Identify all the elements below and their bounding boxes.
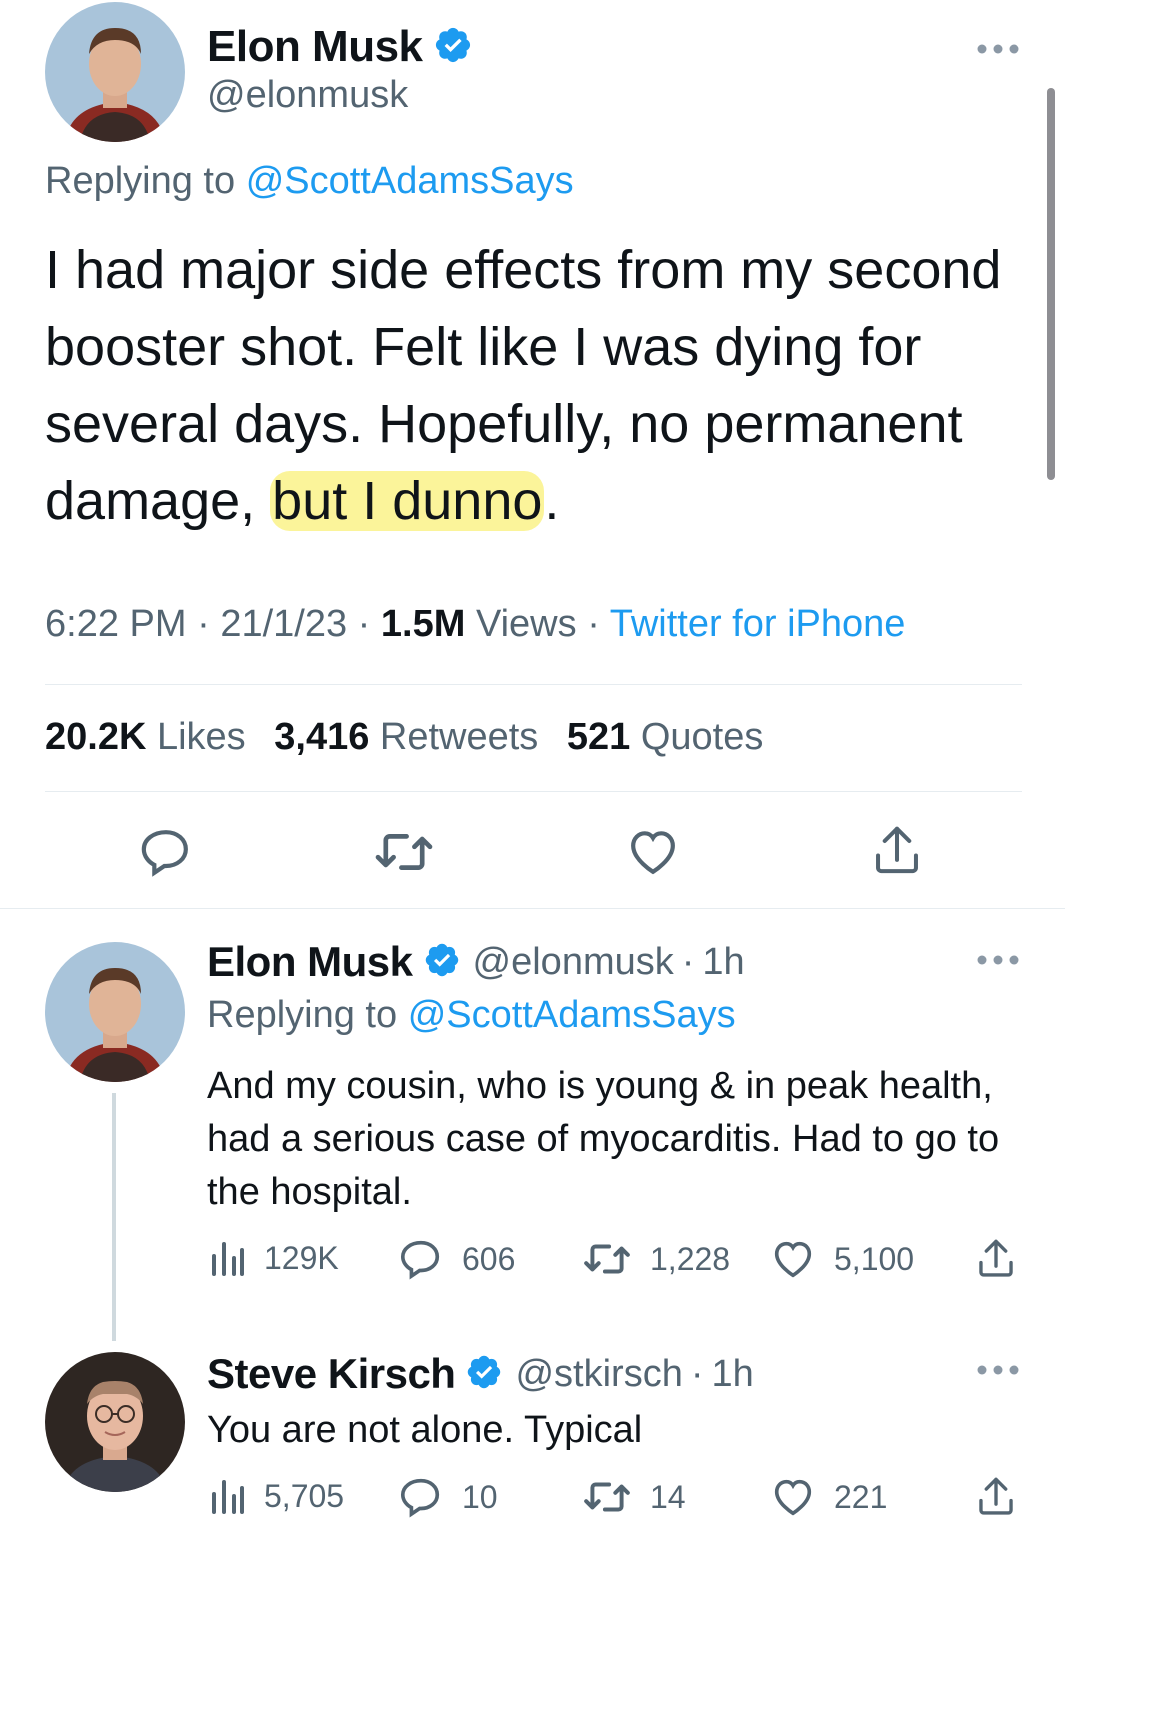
views-icon <box>212 1242 244 1276</box>
engagement-stats: 20.2K Likes 3,416 Retweets 521 Quotes <box>45 716 763 759</box>
likes-stat[interactable]: 20.2K Likes <box>45 716 246 758</box>
likes-label: Likes <box>156 716 246 758</box>
more-horizontal-icon[interactable] <box>976 1362 1020 1383</box>
share-icon <box>979 1477 1013 1515</box>
retweet-button[interactable] <box>372 826 436 883</box>
reply-button[interactable] <box>138 824 194 885</box>
divider <box>45 684 1022 685</box>
reply1-retweets-count: 1,228 <box>650 1240 731 1277</box>
replying-to-link[interactable]: @ScottAdamsSays <box>408 994 736 1036</box>
reply1-replying-to: Replying to @ScottAdamsSays <box>207 994 736 1037</box>
replying-to-link[interactable]: @ScottAdamsSays <box>246 160 574 202</box>
meta-separator: · <box>357 603 371 645</box>
reply-icon <box>400 1478 440 1518</box>
tweet-text: I had major side effects from my second … <box>45 232 1045 540</box>
quotes-stat[interactable]: 521 Quotes <box>567 716 764 758</box>
verified-badge-icon <box>465 1353 503 1396</box>
tweet-text-end: . <box>544 471 560 531</box>
verified-badge-icon <box>423 941 461 984</box>
reply-icon <box>400 1240 440 1280</box>
reply1-handle[interactable]: @elonmusk <box>473 941 674 984</box>
reply1-header: Elon Musk @elonmusk · 1h <box>207 938 745 986</box>
reply2-views[interactable]: 5,705 <box>210 1476 344 1516</box>
divider <box>45 791 1022 792</box>
share-button[interactable] <box>870 822 924 885</box>
reply2-header: Steve Kirsch @stkirsch · 1h <box>207 1350 754 1398</box>
reply2-retweet-button[interactable]: 14 <box>582 1476 686 1518</box>
reply1-text: And my cousin, who is young & in peak he… <box>207 1065 1000 1213</box>
reply2-retweets-count: 14 <box>650 1478 686 1515</box>
heart-icon <box>631 831 675 875</box>
reply2-text: You are not alone. Typical <box>207 1409 643 1451</box>
verified-badge-icon <box>433 25 473 70</box>
more-horizontal-icon[interactable] <box>976 952 1020 973</box>
author-handle[interactable]: @elonmusk <box>207 74 408 117</box>
divider <box>0 908 1065 909</box>
reply2-like-button[interactable]: 221 <box>770 1474 887 1520</box>
tweet-time[interactable]: 6:22 PM <box>45 603 187 645</box>
reply2-likes-count: 221 <box>834 1478 888 1515</box>
retweet-icon <box>375 834 433 870</box>
retweets-label: Retweets <box>379 716 539 758</box>
reply1-views[interactable]: 129K <box>210 1238 339 1278</box>
reply1-replies-count: 606 <box>462 1240 516 1277</box>
retweets-count: 3,416 <box>274 716 370 758</box>
reply1-reply-button[interactable]: 606 <box>398 1236 515 1282</box>
share-icon <box>979 1239 1013 1277</box>
reply2-views-count: 5,705 <box>264 1477 345 1514</box>
tweet-date[interactable]: 21/1/23 <box>220 603 347 645</box>
reply2-handle[interactable]: @stkirsch <box>515 1353 682 1396</box>
reply1-author-name[interactable]: Elon Musk <box>207 938 413 986</box>
tweet-text-highlight: but I dunno <box>270 471 545 531</box>
avatar-steve[interactable] <box>45 1352 185 1492</box>
quotes-count: 521 <box>566 716 631 758</box>
more-horizontal-icon[interactable] <box>976 34 1020 54</box>
avatar-elon-main[interactable] <box>45 2 185 142</box>
reply1-likes-count: 5,100 <box>834 1240 915 1277</box>
tweet-source-link[interactable]: Twitter for iPhone <box>610 603 906 645</box>
reply-icon <box>141 830 188 877</box>
views-count: 1.5M <box>380 603 466 645</box>
retweet-icon <box>584 1482 630 1512</box>
reply1-age[interactable]: 1h <box>702 941 744 984</box>
header-separator: · <box>681 940 695 983</box>
thread-connector <box>112 1093 116 1341</box>
avatar-elon-reply[interactable] <box>45 942 185 1082</box>
reply1-like-button[interactable]: 5,100 <box>770 1236 914 1282</box>
reply2-author-name[interactable]: Steve Kirsch <box>207 1350 456 1398</box>
scrollbar[interactable] <box>1047 88 1055 480</box>
quotes-label: Quotes <box>640 716 764 758</box>
author-name[interactable]: Elon Musk <box>207 22 473 72</box>
share-icon <box>876 826 918 874</box>
like-button[interactable] <box>624 824 682 885</box>
replying-to-line: Replying to @ScottAdamsSays <box>45 160 574 203</box>
heart-icon <box>774 1241 812 1278</box>
reply2-reply-button[interactable]: 10 <box>398 1474 498 1520</box>
views-icon <box>212 1480 244 1514</box>
views-label: Views <box>475 603 577 645</box>
reply1-share-button[interactable] <box>974 1236 1018 1287</box>
replying-prefix: Replying to <box>45 160 236 202</box>
likes-count: 20.2K <box>45 716 147 758</box>
reply1-retweet-button[interactable]: 1,228 <box>582 1238 730 1280</box>
tweet-meta: 6:22 PM · 21/1/23 · 1.5M Views · Twitter… <box>45 603 905 646</box>
retweet-icon <box>584 1244 630 1274</box>
meta-separator: · <box>197 603 210 645</box>
author-name-text[interactable]: Elon Musk <box>207 22 423 72</box>
meta-separator: · <box>587 603 600 645</box>
replying-prefix: Replying to <box>207 994 398 1036</box>
reply2-share-button[interactable] <box>974 1474 1018 1525</box>
reply2-replies-count: 10 <box>462 1478 498 1515</box>
reply2-age[interactable]: 1h <box>712 1353 754 1396</box>
header-separator: · <box>690 1352 704 1395</box>
retweets-stat[interactable]: 3,416 Retweets <box>274 716 538 758</box>
reply1-views-count: 129K <box>264 1239 339 1276</box>
heart-icon <box>774 1479 812 1516</box>
